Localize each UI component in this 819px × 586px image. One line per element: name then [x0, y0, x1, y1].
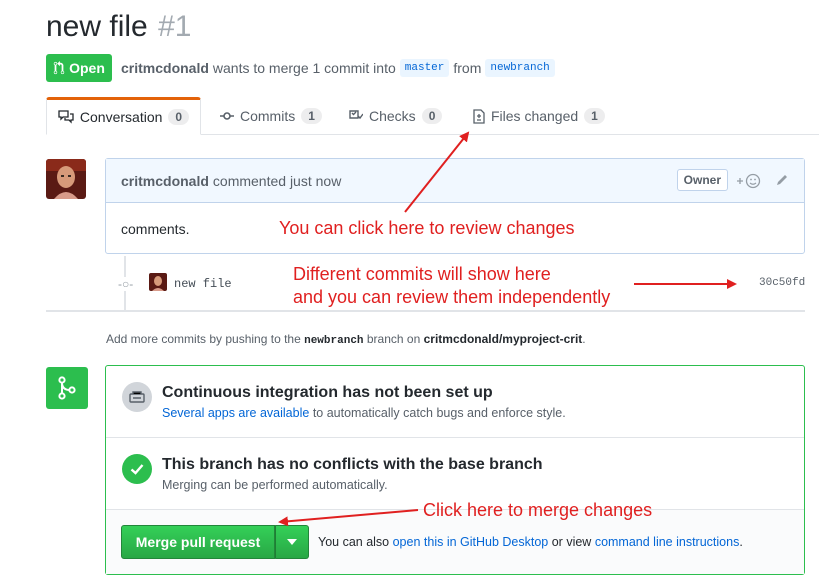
- alt-middle: or view: [551, 535, 592, 549]
- pr-meta: critmcdonald wants to merge 1 commit int…: [121, 59, 555, 77]
- tab-checks[interactable]: Checks 0: [349, 97, 443, 135]
- tab-label: Conversation: [79, 109, 163, 125]
- comment-author[interactable]: critmcdonald: [121, 173, 209, 189]
- state-badge: Open: [46, 54, 112, 82]
- github-desktop-link[interactable]: open this in GitHub Desktop: [393, 535, 549, 549]
- owner-badge: Owner: [676, 169, 728, 191]
- head-branch[interactable]: newbranch: [485, 59, 555, 77]
- hint-middle: branch on: [366, 332, 421, 346]
- ci-title: Continuous integration has not been set …: [162, 384, 493, 401]
- git-commit-icon: [220, 112, 234, 120]
- checklist-icon: [349, 110, 363, 120]
- push-hint: Add more commits by pushing to the newbr…: [106, 332, 586, 347]
- merge-method-dropdown[interactable]: [275, 525, 309, 559]
- pr-number: #1: [158, 10, 192, 43]
- conflict-title: This branch has no conflicts with the ba…: [162, 456, 543, 473]
- tab-conversation[interactable]: Conversation 0: [46, 97, 201, 135]
- annotation-commits-line2: and you can review them independently: [293, 287, 611, 307]
- git-commit-icon: -○-: [118, 277, 134, 291]
- ci-icon: [122, 382, 152, 412]
- apps-link[interactable]: Several apps are available: [162, 406, 309, 420]
- comment-header: critmcdonald commented just now Owner: [106, 159, 804, 203]
- ci-section: Continuous integration has not been set …: [106, 366, 804, 438]
- comment-body: comments.: [121, 221, 190, 237]
- tab-label: Checks: [369, 108, 416, 124]
- comment-box: critmcdonald commented just now Owner co…: [105, 158, 805, 254]
- ci-rest: to automatically catch bugs and enforce …: [312, 406, 566, 420]
- conflict-subtext: Merging can be performed automatically.: [162, 478, 388, 492]
- tab-label: Commits: [240, 108, 296, 124]
- merge-pull-request-button[interactable]: Merge pull request: [121, 525, 275, 559]
- comment-discussion-icon: [58, 110, 74, 124]
- check-icon: [122, 454, 152, 484]
- annotation-merge: Click here to merge changes: [423, 500, 653, 520]
- hint-repo: critmcdonald/myproject-crit: [423, 332, 583, 346]
- commit-message[interactable]: new file: [174, 277, 232, 291]
- alt-suffix: .: [739, 535, 743, 549]
- add-reaction-icon[interactable]: [736, 173, 762, 189]
- ci-subtext: Several apps are available to automatica…: [162, 406, 566, 420]
- tab-counter: 1: [301, 108, 322, 124]
- annotation-commits-line1: Different commits will show here: [293, 264, 551, 284]
- pencil-icon[interactable]: [775, 173, 789, 187]
- merge-alternatives: You can also open this in GitHub Desktop…: [318, 535, 743, 549]
- tab-counter: 0: [421, 108, 443, 124]
- hint-branch: newbranch: [304, 335, 364, 347]
- tab-files-changed[interactable]: Files changed 1: [473, 97, 605, 135]
- from-text: from: [453, 60, 482, 76]
- file-diff-icon: [473, 108, 485, 124]
- git-merge-icon: [46, 367, 88, 409]
- hint-prefix: Add more commits by pushing to the: [106, 332, 301, 346]
- triangle-down-icon: [287, 539, 297, 545]
- timeline-divider: [46, 310, 805, 312]
- action-text: wants to merge 1 commit into: [212, 60, 396, 76]
- author-link[interactable]: critmcdonald: [121, 60, 209, 76]
- pr-title: new file #1: [46, 10, 191, 44]
- command-line-link[interactable]: command line instructions: [595, 535, 740, 549]
- base-branch[interactable]: master: [399, 59, 450, 77]
- pr-title-text: new file: [46, 10, 148, 43]
- tab-counter: 1: [584, 108, 605, 124]
- tab-counter: 0: [168, 109, 190, 125]
- avatar[interactable]: [46, 159, 86, 199]
- hint-suffix: .: [582, 332, 586, 346]
- tab-commits[interactable]: Commits 1: [220, 97, 322, 135]
- git-pull-request-icon: [53, 61, 65, 75]
- tab-label: Files changed: [491, 108, 579, 124]
- commit-sha[interactable]: 30c50fd: [759, 277, 805, 289]
- state-label: Open: [69, 60, 105, 76]
- comment-action[interactable]: commented just now: [213, 173, 341, 189]
- annotation-review: You can click here to review changes: [279, 218, 575, 238]
- commit-avatar[interactable]: [149, 273, 167, 291]
- alt-prefix: You can also: [318, 535, 390, 549]
- merge-box: Continuous integration has not been set …: [105, 365, 805, 575]
